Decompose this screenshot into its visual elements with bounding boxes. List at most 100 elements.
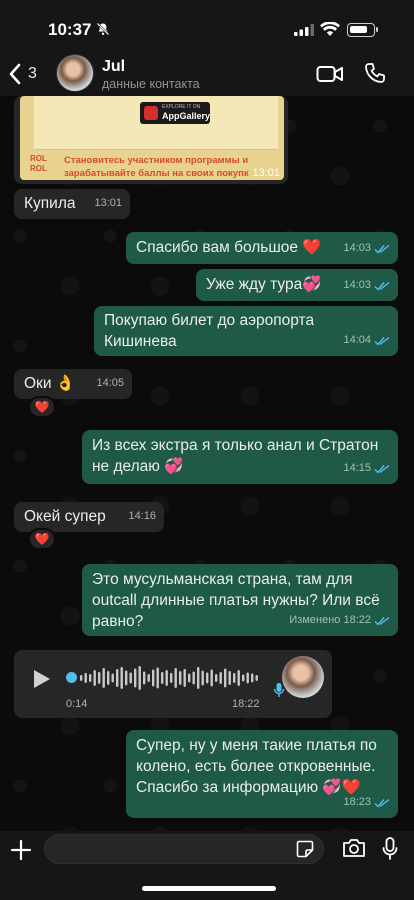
- waveform-bar: [246, 672, 249, 684]
- waveform-bar: [210, 669, 213, 687]
- message-text: Купила: [24, 195, 76, 212]
- waveform-bar: [170, 673, 173, 683]
- unread-count: 3: [28, 65, 37, 82]
- waveform-bar: [84, 673, 87, 683]
- message-time: 14:04: [343, 330, 390, 351]
- brand-logo: ROL ROL: [30, 154, 47, 173]
- waveform-bar: [111, 673, 114, 683]
- read-ticks-icon: [374, 244, 390, 254]
- message-outgoing[interactable]: Это мусульманская страна, там для outcal…: [82, 564, 398, 636]
- chevron-left-icon: [9, 63, 21, 85]
- plus-icon[interactable]: [10, 839, 32, 861]
- cellular-signal-icon: [294, 24, 314, 36]
- message-text: Покупаю билет до аэропорта Кишинева: [104, 312, 315, 350]
- waveform-bar: [255, 675, 258, 681]
- appgallery-badge: EXPLORE IT ON AppGallery: [140, 102, 210, 124]
- waveform-bar: [179, 671, 182, 685]
- chat-area[interactable]: EXPLORE IT ON AppGallery ROL ROL Станови…: [0, 96, 414, 831]
- message-time: 14:03: [343, 238, 390, 259]
- read-ticks-icon: [374, 281, 390, 291]
- message-outgoing[interactable]: Супер, ну у меня такие платья по колено,…: [126, 730, 398, 818]
- waveform-bar: [237, 670, 240, 686]
- voice-duration: 0:14: [66, 698, 88, 710]
- waveform-bar: [107, 671, 110, 685]
- waveform-bar: [192, 671, 195, 685]
- waveform-bar: [98, 672, 101, 684]
- waveform-bar: [89, 674, 92, 682]
- message-time: 13:01: [94, 197, 122, 209]
- waveform-bar: [93, 670, 96, 686]
- playback-scrubber[interactable]: [66, 672, 77, 683]
- waveform-bar: [134, 668, 137, 688]
- waveform-bar: [116, 669, 119, 687]
- appgallery-logo-icon: [144, 106, 158, 120]
- message-time: 18:23: [343, 792, 390, 813]
- reaction-heart[interactable]: ❤️: [28, 396, 56, 418]
- message-text: Уже жду тура💞: [206, 276, 322, 293]
- message-text: Окей супер: [24, 508, 106, 525]
- waveform-bar: [174, 668, 177, 688]
- waveform-bar: [129, 672, 132, 684]
- status-bar: 10:37: [0, 0, 414, 52]
- waveform-bar: [120, 667, 123, 689]
- message-incoming[interactable]: Купила 13:01: [14, 189, 130, 219]
- waveform-bar: [80, 675, 83, 681]
- message-time: 14:16: [128, 510, 156, 522]
- message-text: Супер, ну у меня такие платья по колено,…: [136, 737, 377, 796]
- waveform-bar: [228, 671, 231, 685]
- message-outgoing[interactable]: Спасибо вам большое ❤️ 14:03: [126, 232, 398, 264]
- waveform-bar: [233, 673, 236, 683]
- back-button[interactable]: 3: [8, 60, 37, 88]
- image-message[interactable]: EXPLORE IT ON AppGallery ROL ROL Станови…: [14, 96, 288, 184]
- message-time: 14:03: [343, 275, 390, 296]
- image-preview[interactable]: EXPLORE IT ON AppGallery ROL ROL Станови…: [20, 96, 284, 180]
- waveform-bar: [143, 671, 146, 685]
- waveform-bar: [165, 670, 168, 686]
- read-ticks-icon: [374, 616, 390, 626]
- voice-sender-avatar: [282, 656, 324, 698]
- microphone-icon[interactable]: [382, 837, 398, 861]
- waveform-bar: [147, 674, 150, 682]
- message-incoming[interactable]: Оки 👌 14:05: [14, 369, 132, 399]
- waveform-bar: [206, 672, 209, 684]
- wifi-icon: [320, 22, 340, 36]
- contact-avatar[interactable]: [56, 54, 94, 92]
- sticker-icon[interactable]: [296, 840, 314, 858]
- chat-header: 3 Jul данные контакта: [0, 52, 414, 96]
- message-time: 14:15: [343, 458, 390, 479]
- home-indicator[interactable]: [142, 886, 276, 891]
- waveform[interactable]: [80, 663, 260, 693]
- message-time: Изменено 18:22: [289, 610, 390, 631]
- message-outgoing[interactable]: Уже жду тура💞 14:03: [196, 269, 398, 301]
- waveform-bar: [215, 674, 218, 682]
- message-outgoing[interactable]: Покупаю билет до аэропорта Кишинева 14:0…: [94, 306, 398, 356]
- phone-call-icon[interactable]: [364, 62, 386, 84]
- message-text: Оки 👌: [24, 375, 76, 392]
- waveform-bar: [251, 673, 254, 683]
- message-text: Спасибо вам большое ❤️: [136, 239, 322, 256]
- battery-icon: [347, 23, 378, 37]
- message-input[interactable]: [44, 834, 324, 864]
- waveform-bar: [102, 668, 105, 688]
- waveform-bar: [201, 670, 204, 686]
- camera-icon[interactable]: [342, 838, 366, 858]
- message-outgoing[interactable]: Из всех экстра я только анал и Стратон н…: [82, 430, 398, 484]
- message-time: 13:01: [252, 167, 280, 179]
- waveform-bar: [197, 667, 200, 689]
- contact-subtitle[interactable]: данные контакта: [102, 77, 200, 91]
- contact-name[interactable]: Jul: [102, 58, 125, 76]
- composer-bar: [0, 831, 414, 900]
- waveform-bar: [242, 674, 245, 682]
- reaction-heart[interactable]: ❤️: [28, 528, 56, 550]
- read-ticks-icon: [374, 464, 390, 474]
- waveform-bar: [219, 672, 222, 684]
- voice-message[interactable]: 0:14 18:22: [14, 650, 332, 718]
- read-ticks-icon: [374, 336, 390, 346]
- play-icon[interactable]: [34, 670, 50, 688]
- waveform-bar: [188, 673, 191, 683]
- status-time: 10:37: [48, 20, 92, 39]
- promo-text: Становитесь участником программы и зараб…: [64, 155, 249, 179]
- microphone-icon: [273, 683, 285, 697]
- video-call-icon[interactable]: [316, 64, 344, 84]
- waveform-bar: [138, 666, 141, 690]
